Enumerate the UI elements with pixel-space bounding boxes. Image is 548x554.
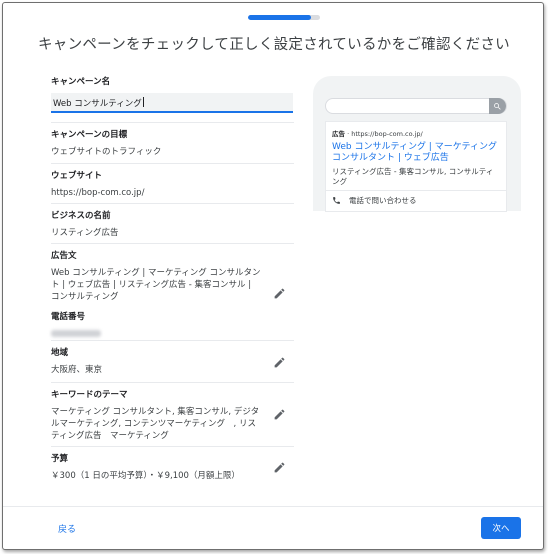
next-button[interactable]: 次へ <box>481 517 521 539</box>
website-label: ウェブサイト <box>51 171 103 181</box>
business-name-value: リスティング広告 <box>51 228 119 238</box>
budget-label: 予算 <box>51 454 69 464</box>
text-cursor <box>142 97 144 107</box>
campaign-name-value: Web コンサルティング <box>53 99 142 109</box>
business-name-section: ビジネスの名前 リスティング広告 <box>51 203 294 244</box>
back-button[interactable]: 戻る <box>58 522 76 535</box>
phone-label: 電話番号 <box>51 312 86 322</box>
ad-preview-call-label: 電話で問い合わせる <box>349 196 417 205</box>
progress-fill <box>248 15 312 20</box>
preview-search-button <box>489 98 506 114</box>
budget-value: ￥300（1 日の平均予算）・￥9,100（月額上限） <box>51 471 240 481</box>
pencil-icon[interactable] <box>273 461 286 474</box>
goal-section: キャンペーンの目標 ウェブサイトのトラフィック <box>51 122 294 164</box>
progress-bar <box>248 15 320 20</box>
goal-label: キャンペーンの目標 <box>51 130 128 140</box>
preview-search-bar <box>325 98 507 114</box>
campaign-name-block: キャンペーン名 Web コンサルティング <box>51 75 293 113</box>
keyword-themes-value: マーケティング コンサルタント, 集客コンサル, デジタルマーケティング, コン… <box>51 407 260 441</box>
phone-value-redacted <box>51 330 101 337</box>
region-label: 地域 <box>51 348 69 358</box>
ad-preview-url-line: 広告 · https://bop-com.co.jp/ <box>332 130 423 138</box>
page-title: キャンペーンをチェックして正しく設定されているかをご確認ください <box>37 37 510 53</box>
footer-divider <box>3 506 543 507</box>
ad-text-section: 広告文 Web コンサルティング | マーケティング コンサルタント | ウェブ… <box>51 243 294 341</box>
ad-preview-divider <box>326 190 506 191</box>
region-value: 大阪府、東京 <box>51 365 103 375</box>
campaign-name-input[interactable]: Web コンサルティング <box>51 93 293 113</box>
pencil-icon[interactable] <box>273 408 286 421</box>
ad-text-label: 広告文 <box>51 251 77 261</box>
goal-value: ウェブサイトのトラフィック <box>51 147 162 157</box>
pencil-icon[interactable] <box>273 356 286 369</box>
ad-preview-card: 広告 · https://bop-com.co.jp/ Web コンサルティング… <box>325 121 507 212</box>
review-dialog: キャンペーンをチェックして正しく設定されているかをご確認ください キャンペーン名… <box>2 2 544 550</box>
keyword-themes-label: キーワードのテーマ <box>51 390 128 400</box>
business-name-label: ビジネスの名前 <box>51 211 111 221</box>
ad-preview-url: https://bop-com.co.jp/ <box>351 130 423 138</box>
ad-text-value: Web コンサルティング | マーケティング コンサルタント | ウェブ広告 |… <box>51 268 261 302</box>
ad-preview-phone: 広告 · https://bop-com.co.jp/ Web コンサルティング… <box>313 76 521 212</box>
website-section: ウェブサイト https://bop-com.co.jp/ <box>51 163 294 204</box>
search-icon <box>494 102 501 110</box>
pencil-icon[interactable] <box>273 287 286 300</box>
region-section: 地域 大阪府、東京 <box>51 340 294 383</box>
ad-preview-call-row: 電話で問い合わせる <box>332 195 417 206</box>
budget-section: 予算 ￥300（1 日の平均予算）・￥9,100（月額上限） <box>51 446 294 488</box>
ad-preview-headline: Web コンサルティング | マーケティング コンサルタント | ウェブ広告 <box>332 142 497 163</box>
phone-icon <box>333 197 340 204</box>
website-value: https://bop-com.co.jp/ <box>51 188 145 198</box>
keyword-themes-section: キーワードのテーマ マーケティング コンサルタント, 集客コンサル, デジタルマ… <box>51 382 294 447</box>
ad-badge: 広告 <box>332 130 345 138</box>
campaign-name-label: キャンペーン名 <box>51 77 111 87</box>
ad-preview-description: リスティング広告 - 集客コンサル, コンサルティング <box>332 167 494 186</box>
